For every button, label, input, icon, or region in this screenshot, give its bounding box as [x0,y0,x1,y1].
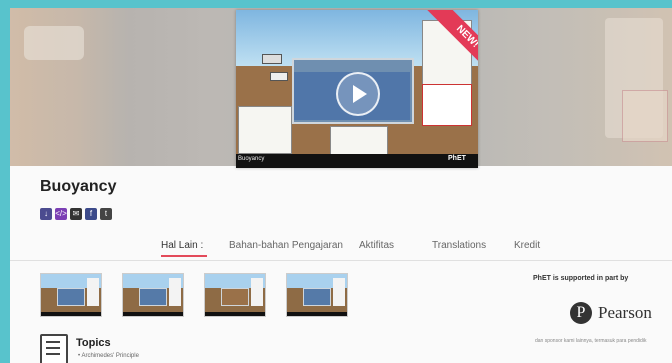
tab-teaching-materials[interactable]: Bahan-bahan Pengajaran [229,240,343,251]
tab-credits[interactable]: Kredit [514,240,540,251]
twitter-icon[interactable]: t [100,208,112,220]
sim-controls-panel [238,106,292,154]
page-title: Buoyancy [40,178,117,195]
active-tab-indicator [161,255,207,257]
sim-readout-panel [422,84,472,126]
fluid-density-panel [330,126,388,156]
sponsor-name: Pearson [598,303,652,322]
sim-block [270,72,288,81]
facebook-icon[interactable]: f [85,208,97,220]
screenshot-thumbnail[interactable] [204,273,266,317]
support-text: PhET is supported in part by [533,275,629,282]
checklist-icon [40,334,68,363]
play-icon[interactable] [336,72,380,116]
screenshot-thumbnail[interactable] [122,273,184,317]
screenshot-thumbnail[interactable] [286,273,348,317]
embed-icon[interactable]: </> [55,208,67,220]
pearson-icon: P [570,302,592,324]
sim-block [262,54,282,64]
screenshot-thumbnail[interactable] [40,273,102,317]
share-bar: ↓ </> ✉ f t [40,208,112,220]
page: Buoyancy PhET NEW! Buoyancy ↓ </> ✉ f t … [10,8,672,363]
sim-navbar [236,154,478,168]
video-caption: Buoyancy [238,156,265,162]
tab-activities[interactable]: Aktifitas [359,240,394,251]
divider [10,260,672,261]
tab-bar: Hal Lain : Bahan-bahan Pengajaran Aktifi… [160,236,672,258]
hero-panel-right [622,90,668,142]
hero-blur-left [24,26,84,60]
tab-more[interactable]: Hal Lain : [161,240,203,251]
tab-translations[interactable]: Translations [432,240,486,251]
phet-logo: PhET [448,155,466,162]
email-icon[interactable]: ✉ [70,208,82,220]
sponsor-fine-print: dan sponsor kami lainnya, termasuk para … [535,338,647,344]
video-player[interactable]: Buoyancy PhET NEW! [236,10,478,168]
pearson-logo[interactable]: P Pearson [570,302,652,324]
download-icon[interactable]: ↓ [40,208,52,220]
topic-item: • Archimedes' Principle [78,353,139,359]
topics-heading: Topics [76,337,111,349]
